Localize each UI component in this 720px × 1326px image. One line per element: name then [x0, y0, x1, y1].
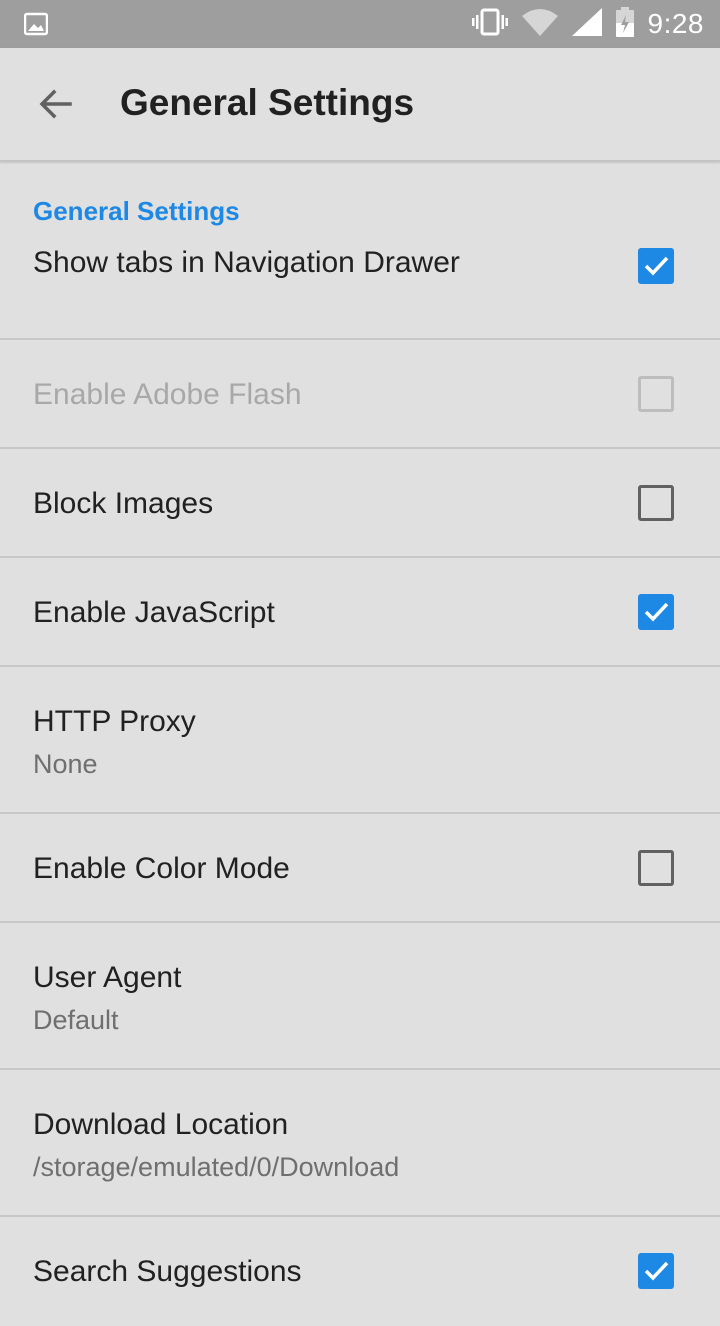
pref-title: User Agent [33, 961, 182, 994]
pref-summary: None [33, 749, 98, 779]
wifi-icon [521, 8, 558, 41]
page-title: General Settings [120, 82, 415, 123]
section-header: General Settings [33, 196, 240, 226]
pref-title: Enable JavaScript [33, 596, 275, 629]
status-icons: 9:28 [471, 0, 705, 48]
pref-summary: Default [33, 1005, 119, 1035]
status-bar: 9:28 [0, 0, 720, 48]
pref-download-location[interactable]: Download Location /storage/emulated/0/Do… [0, 1070, 720, 1217]
color-mode-checkbox[interactable] [638, 850, 674, 886]
pref-title: Download Location [33, 1108, 289, 1141]
pref-title: Search Suggestions [33, 1255, 302, 1288]
pref-enable-adobe-flash: Enable Adobe Flash [0, 340, 720, 449]
pref-user-agent[interactable]: User Agent Default [0, 923, 720, 1070]
show-tabs-checkbox[interactable] [638, 248, 674, 284]
pref-search-suggestions[interactable]: Search Suggestions [0, 1217, 720, 1326]
pref-show-tabs-in-drawer[interactable]: Show tabs in Navigation Drawer [0, 232, 720, 340]
pref-title: Show tabs in Navigation Drawer [33, 246, 460, 279]
pref-title: Enable Color Mode [33, 852, 290, 885]
pref-title: HTTP Proxy [33, 705, 196, 738]
pref-block-images[interactable]: Block Images [0, 449, 720, 558]
javascript-checkbox[interactable] [638, 594, 674, 630]
pref-title: Block Images [33, 487, 214, 520]
search-suggestions-checkbox[interactable] [638, 1253, 674, 1289]
vibrate-icon [471, 8, 508, 41]
image-icon [23, 12, 49, 36]
signal-icon [571, 7, 602, 41]
clock: 9:28 [647, 8, 704, 39]
app-toolbar: General Settings [0, 48, 720, 162]
pref-http-proxy[interactable]: HTTP Proxy None [0, 667, 720, 814]
pref-title: Enable Adobe Flash [33, 378, 302, 411]
adobe-flash-checkbox [638, 376, 674, 412]
pref-summary: /storage/emulated/0/Download [33, 1152, 400, 1182]
settings-list: General Settings Show tabs in Navigation… [0, 162, 720, 1326]
arrow-back-icon[interactable] [32, 80, 80, 128]
block-images-checkbox[interactable] [638, 485, 674, 521]
pref-enable-javascript[interactable]: Enable JavaScript [0, 558, 720, 667]
pref-enable-color-mode[interactable]: Enable Color Mode [0, 814, 720, 923]
battery-icon [615, 6, 634, 42]
